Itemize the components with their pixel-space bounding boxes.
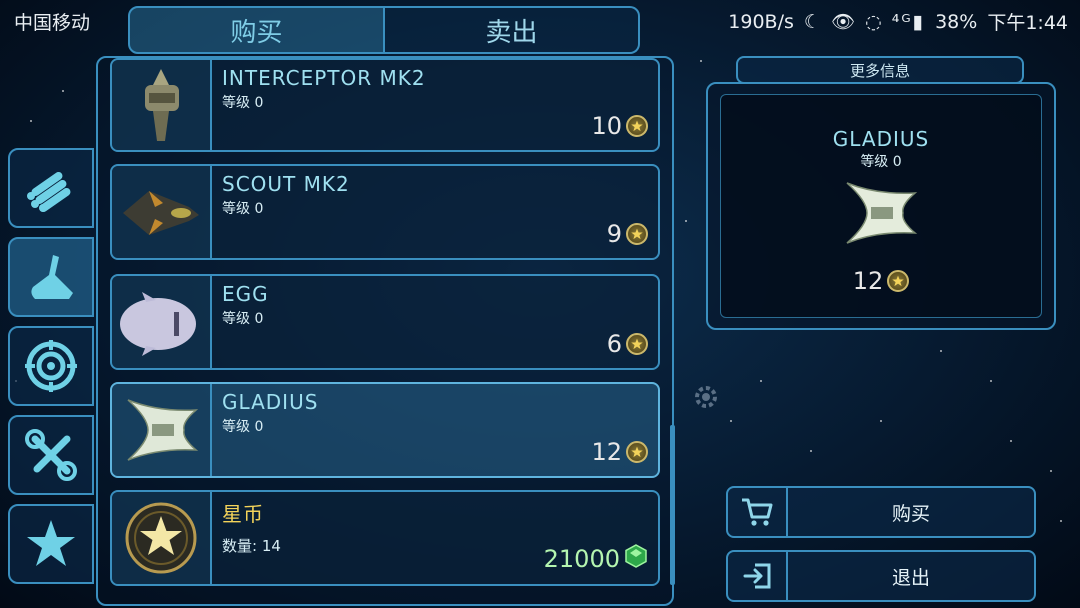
list-item-egg[interactable]: EGG 等级 0 6 xyxy=(110,274,660,370)
price-value: 12 xyxy=(591,438,622,466)
tab-sell[interactable]: 卖出 xyxy=(385,6,640,54)
scout-ship-icon xyxy=(123,191,199,235)
item-name: SCOUT MK2 xyxy=(222,172,350,196)
star-coin-icon xyxy=(626,441,648,463)
battery-level: 38% xyxy=(935,10,978,33)
detail-panel: GLADIUS 等级 0 12 xyxy=(706,82,1056,330)
missiles-icon xyxy=(27,171,71,213)
ship-thumbnail xyxy=(112,384,212,476)
list-item-scout[interactable]: SCOUT MK2 等级 0 9 xyxy=(110,164,660,260)
price-value: 9 xyxy=(606,220,622,248)
exit-button[interactable]: 退出 xyxy=(726,550,1036,602)
cart-icon xyxy=(728,488,788,536)
item-price: 12 xyxy=(591,438,648,466)
shop-tabs: 购买 卖出 xyxy=(128,6,640,56)
star-coin-icon xyxy=(626,115,648,137)
carrier-label: 中国移动 xyxy=(14,12,91,34)
ship-thumbnail xyxy=(112,166,212,258)
clock: 下午1:44 xyxy=(987,12,1068,34)
item-level: 等级 0 xyxy=(222,95,264,111)
list-item-interceptor[interactable]: INTERCEPTOR MK2 等级 0 10 xyxy=(110,58,660,152)
ship-thumbnail xyxy=(112,60,212,150)
category-sidebar xyxy=(8,148,96,593)
item-name: EGG xyxy=(222,282,269,306)
more-info-button[interactable]: 更多信息 xyxy=(736,56,1024,84)
network-speed: 190B/s xyxy=(728,10,794,33)
tab-buy[interactable]: 购买 xyxy=(128,6,385,54)
item-price: 21000 xyxy=(544,544,648,574)
category-weapons[interactable] xyxy=(8,326,94,406)
item-level: 等级 0 xyxy=(222,311,264,327)
item-price: 10 xyxy=(591,112,648,140)
detail-ship-level: 等级 0 xyxy=(860,154,902,170)
tools-icon xyxy=(25,429,77,481)
buy-button-label: 购买 xyxy=(891,502,930,525)
star-coin-icon xyxy=(887,270,910,292)
gladius-ship-preview-icon xyxy=(846,182,918,244)
gladius-ship-icon xyxy=(127,399,199,461)
star-coin-icon xyxy=(626,333,648,355)
item-price: 6 xyxy=(607,330,648,358)
detail-inner: GLADIUS 等级 0 12 xyxy=(720,94,1042,318)
category-upgrades[interactable] xyxy=(8,415,94,495)
category-ships[interactable] xyxy=(8,237,94,317)
price-value: 10 xyxy=(591,112,622,140)
item-name: 星币 xyxy=(222,502,264,526)
list-item-star-coin[interactable]: 星币 数量: 14 21000 xyxy=(110,490,660,586)
cube-currency-icon xyxy=(624,544,648,574)
star-coin-thumbnail xyxy=(112,492,212,584)
star-coin-large-icon xyxy=(125,502,197,574)
exit-button-label: 退出 xyxy=(891,566,930,589)
item-price: 9 xyxy=(607,220,648,248)
gear-icon xyxy=(695,386,717,408)
detail-ship-name: GLADIUS xyxy=(832,127,930,151)
item-level: 等级 0 xyxy=(222,201,264,217)
ship-thumbnail xyxy=(112,276,212,368)
egg-ship-icon xyxy=(120,292,196,356)
target-icon xyxy=(25,340,77,392)
wing-icon xyxy=(31,255,73,299)
price-value: 6 xyxy=(606,330,622,358)
buy-button[interactable]: 购买 xyxy=(726,486,1036,538)
exit-icon xyxy=(728,552,788,600)
star-icon xyxy=(27,520,75,566)
list-scrollbar[interactable] xyxy=(670,425,675,585)
status-icons-glyphs: ☾ 👁 ◌ ⁴ᴳ▮ xyxy=(803,11,926,33)
price-value: 21000 xyxy=(543,545,620,573)
detail-price: 12 xyxy=(721,267,1041,295)
star-coin-icon xyxy=(626,223,648,245)
item-level: 等级 0 xyxy=(222,419,264,435)
detail-price-value: 12 xyxy=(852,267,884,295)
status-icons: 190B/s ☾ 👁 ◌ ⁴ᴳ▮ 38% 下午1:44 xyxy=(728,8,1068,35)
item-name: GLADIUS xyxy=(222,390,319,414)
category-currency[interactable] xyxy=(8,504,94,584)
list-item-gladius[interactable]: GLADIUS 等级 0 12 xyxy=(110,382,660,478)
category-missiles[interactable] xyxy=(8,148,94,228)
item-name: INTERCEPTOR MK2 xyxy=(222,66,426,90)
interceptor-ship-icon xyxy=(145,69,179,141)
